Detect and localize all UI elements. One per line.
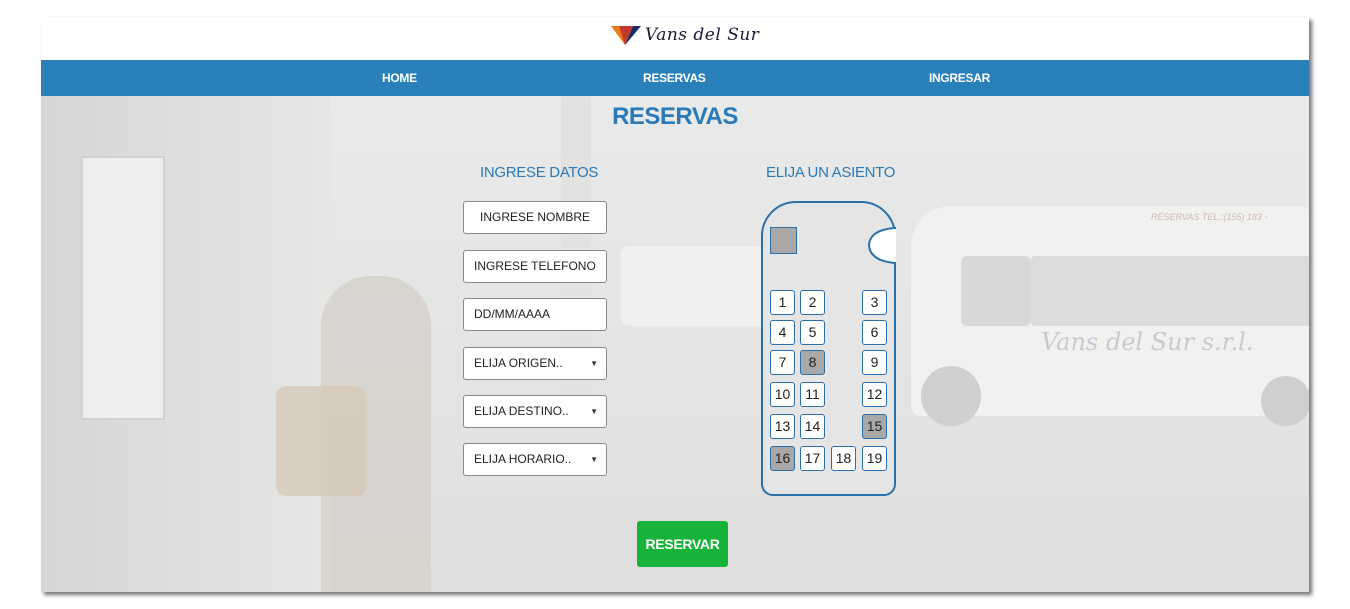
logo-mark-icon xyxy=(611,26,641,45)
destination-select-value: ELIJA DESTINO.. xyxy=(474,404,569,418)
form-heading: INGRESE DATOS xyxy=(480,164,599,181)
seat-6[interactable]: 6 xyxy=(862,320,887,345)
bg-van-wheel xyxy=(1261,376,1309,426)
bg-door xyxy=(81,156,165,420)
seat-11[interactable]: 11 xyxy=(800,382,825,407)
bg-van-wheel xyxy=(921,366,981,426)
logo-text: Vans del Sur xyxy=(645,25,760,45)
destination-select[interactable]: ELIJA DESTINO.. ▼ xyxy=(463,395,607,428)
seat-10[interactable]: 10 xyxy=(770,382,795,407)
seat-heading: ELIJA UN ASIENTO xyxy=(766,164,896,181)
page-title: RESERVAS xyxy=(612,103,738,130)
seat-14[interactable]: 14 xyxy=(800,414,825,439)
bg-van-brand: Vans del Sur s.r.l. xyxy=(1041,328,1254,356)
seat-9[interactable]: 9 xyxy=(862,350,887,375)
logo[interactable]: Vans del Sur xyxy=(611,23,759,47)
seat-5[interactable]: 5 xyxy=(800,320,825,345)
nav-home[interactable]: HOME xyxy=(382,60,417,96)
bg-van-window xyxy=(1031,256,1309,326)
seat-15[interactable]: 15 xyxy=(862,414,887,439)
bg-pillar xyxy=(561,96,591,496)
hero-background: Vans del Sur s.r.l. RESERVAS TEL.:(155) … xyxy=(41,96,1309,592)
name-input[interactable]: INGRESE NOMBRE xyxy=(463,201,607,234)
bg-van-phone: RESERVAS TEL.:(155) 183 - xyxy=(1151,212,1268,222)
seat-17[interactable]: 17 xyxy=(800,446,825,471)
seat-7[interactable]: 7 xyxy=(770,350,795,375)
seat-1[interactable]: 1 xyxy=(770,290,795,315)
seat-13[interactable]: 13 xyxy=(770,414,795,439)
origin-select[interactable]: ELIJA ORIGEN.. ▼ xyxy=(463,347,607,380)
nav-reservas[interactable]: RESERVAS xyxy=(643,60,706,96)
seat-8[interactable]: 8 xyxy=(800,350,825,375)
seat-3[interactable]: 3 xyxy=(862,290,887,315)
chevron-down-icon: ▼ xyxy=(590,407,598,416)
bg-person-bag xyxy=(276,386,366,496)
seat-18[interactable]: 18 xyxy=(831,446,856,471)
seat-19[interactable]: 19 xyxy=(862,446,887,471)
seat-map: 1 2 3 4 5 6 7 8 9 10 11 12 13 14 15 16 17 18 19 xyxy=(761,201,896,496)
header: Vans del Sur xyxy=(41,17,1309,60)
date-input[interactable]: DD/MM/AAAA xyxy=(463,298,607,331)
chevron-down-icon: ▼ xyxy=(590,455,598,464)
driver-seat xyxy=(770,227,797,254)
seat-16[interactable]: 16 xyxy=(770,446,795,471)
seat-2[interactable]: 2 xyxy=(800,290,825,315)
chevron-down-icon: ▼ xyxy=(590,359,598,368)
schedule-select-value: ELIJA HORARIO.. xyxy=(474,452,572,466)
seat-4[interactable]: 4 xyxy=(770,320,795,345)
origin-select-value: ELIJA ORIGEN.. xyxy=(474,356,563,370)
reserve-button[interactable]: RESERVAR xyxy=(637,521,728,567)
main-nav: HOME RESERVAS INGRESAR xyxy=(41,60,1309,96)
schedule-select[interactable]: ELIJA HORARIO.. ▼ xyxy=(463,443,607,476)
phone-input[interactable]: INGRESE TELEFONO xyxy=(463,250,607,283)
seat-12[interactable]: 12 xyxy=(862,382,887,407)
nav-ingresar[interactable]: INGRESAR xyxy=(929,60,990,96)
bg-van-window xyxy=(961,256,1031,326)
door-icon xyxy=(867,227,896,264)
